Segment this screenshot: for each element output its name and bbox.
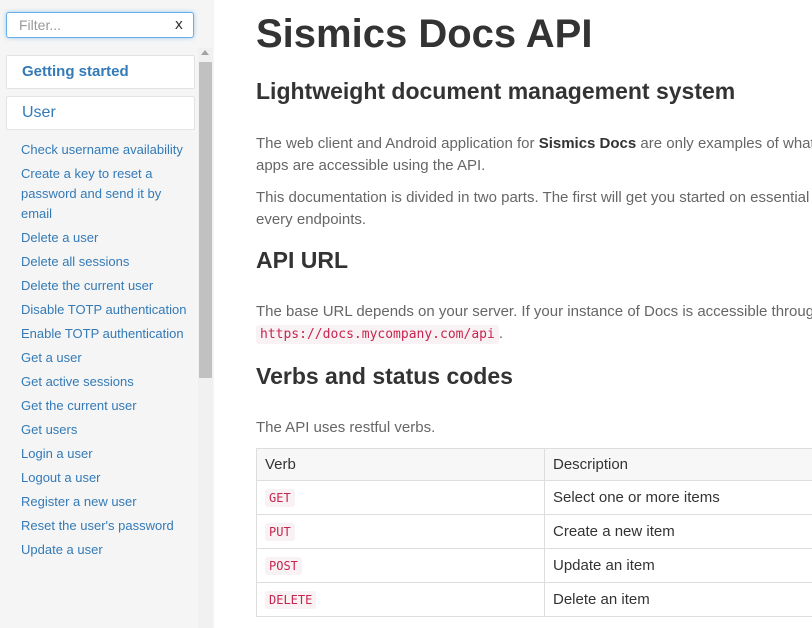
nav-group-getting-started[interactable]: Getting started (6, 55, 195, 89)
api-url-code: https://docs.mycompany.com/api (256, 325, 499, 344)
verb-cell: PUT (256, 514, 545, 549)
nav-link-delete-user[interactable]: Delete a user (21, 228, 191, 248)
table-row: POST Update an item (256, 548, 812, 583)
product-name: Sismics Docs (538, 135, 637, 152)
column-header-description: Description (544, 448, 812, 481)
verb-code: POST (265, 557, 302, 575)
table-header-row: Verb Description (256, 448, 812, 481)
api-url-suffix: . (498, 325, 503, 342)
intro-text-start: The web client and Android application f… (256, 135, 539, 152)
page-title: Sismics Docs API (256, 12, 593, 56)
nav-link-reset-password[interactable]: Reset the user's password (21, 516, 191, 536)
verbs-paragraph: The API uses restful verbs. (256, 419, 436, 436)
nav-link-login[interactable]: Login a user (21, 444, 191, 464)
nav-link-disable-totp[interactable]: Disable TOTP authentication (21, 300, 191, 320)
description-cell: Update an item (544, 548, 812, 583)
nav-link-delete-sessions[interactable]: Delete all sessions (21, 252, 191, 272)
api-url-text: The base URL depends on your server. If … (256, 303, 812, 320)
doc-structure-line2: every endpoints. (256, 211, 367, 228)
verb-cell: POST (256, 548, 545, 583)
api-url-paragraph: The base URL depends on your server. If … (256, 301, 812, 346)
intro-text-line2: apps are accessible using the API. (256, 157, 486, 174)
nav-link-logout[interactable]: Logout a user (21, 468, 191, 488)
verb-code: DELETE (265, 591, 317, 609)
main-content: Sismics Docs API Lightweight document ma… (256, 0, 812, 628)
endpoint-list: Check username availability Create a key… (21, 140, 191, 564)
nav-link-get-sessions[interactable]: Get active sessions (21, 372, 191, 392)
nav-link-create-reset-key[interactable]: Create a key to reset a password and sen… (21, 164, 191, 224)
description-cell: Delete an item (544, 582, 812, 617)
nav-link-get-current-user[interactable]: Get the current user (21, 396, 191, 416)
column-header-verb: Verb (256, 448, 545, 481)
intro-paragraph: The web client and Android application f… (256, 133, 812, 177)
verb-cell: GET (256, 480, 545, 515)
sidebar: x Getting started User Check username av… (0, 0, 214, 628)
verb-code: PUT (265, 523, 295, 541)
table-row: PUT Create a new item (256, 514, 812, 549)
nav-link-update-user[interactable]: Update a user (21, 540, 191, 560)
filter-box: x (6, 12, 194, 38)
description-cell: Select one or more items (544, 480, 812, 515)
doc-structure-paragraph: This documentation is divided in two par… (256, 187, 812, 231)
nav-link-get-user[interactable]: Get a user (21, 348, 191, 368)
page-subtitle: Lightweight document management system (256, 78, 736, 104)
nav-link-get-users[interactable]: Get users (21, 420, 191, 440)
intro-text-end: are only examples of what i (636, 135, 812, 152)
nav-link-check-username[interactable]: Check username availability (21, 140, 191, 160)
verb-cell: DELETE (256, 582, 545, 617)
filter-input[interactable] (7, 13, 167, 37)
scroll-up-arrow-icon[interactable] (201, 50, 209, 55)
nav-link-delete-current-user[interactable]: Delete the current user (21, 276, 191, 296)
description-cell: Create a new item (544, 514, 812, 549)
clear-filter-icon[interactable]: x (175, 17, 183, 33)
nav-group-user[interactable]: User (6, 96, 195, 130)
doc-structure-line1: This documentation is divided in two par… (256, 189, 810, 206)
nav-link-enable-totp[interactable]: Enable TOTP authentication (21, 324, 191, 344)
verbs-table: Verb Description GET Select one or more … (256, 448, 812, 617)
table-row: GET Select one or more items (256, 480, 812, 515)
nav-link-register[interactable]: Register a new user (21, 492, 191, 512)
section-heading-verbs: Verbs and status codes (256, 363, 513, 389)
table-row: DELETE Delete an item (256, 582, 812, 617)
section-heading-api-url: API URL (256, 247, 348, 273)
sidebar-scrollbar-thumb[interactable] (199, 62, 212, 378)
verb-code: GET (265, 489, 295, 507)
